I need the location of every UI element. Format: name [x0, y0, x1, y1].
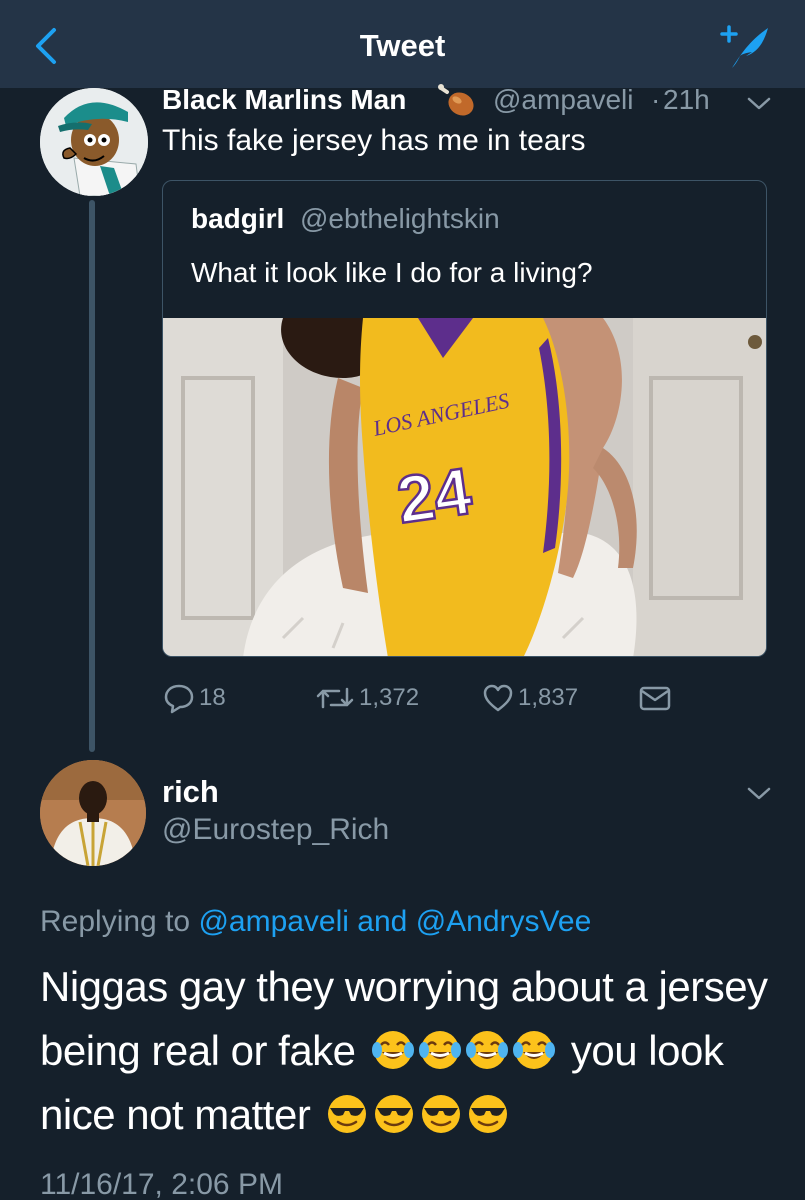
- and-text[interactable]: and: [357, 905, 407, 938]
- tweet-timestamp: 11/16/17, 2:06 PM: [40, 1168, 283, 1200]
- tweet-text: This fake jersey has me in tears: [162, 124, 586, 157]
- profile-photo-icon: [40, 760, 146, 866]
- chevron-down-icon: [747, 787, 771, 800]
- tweet-options-button[interactable]: [746, 96, 772, 112]
- page-title: Tweet: [359, 28, 446, 63]
- quoted-tweet-card[interactable]: badgirl @ebthelightskin What it look lik…: [162, 180, 767, 657]
- retweet-icon: [316, 687, 354, 709]
- face-with-tears-of-joy-icon: [418, 1030, 461, 1069]
- chevron-down-icon: [747, 97, 771, 110]
- avatar[interactable]: [40, 760, 146, 866]
- tweet-time: 21h: [663, 84, 710, 115]
- author-handle[interactable]: @Eurostep_Rich: [162, 813, 389, 847]
- like-count: 1,837: [518, 684, 579, 711]
- quoted-tweet-photo[interactable]: LOS ANGELES 24: [163, 318, 766, 656]
- face-with-tears-of-joy-icon: [512, 1030, 555, 1069]
- cartoon-avatar-icon: [40, 88, 148, 196]
- smiling-face-with-sunglasses-icon: [328, 1094, 367, 1133]
- laughing-emoji-group: [371, 1028, 556, 1072]
- reply-icon: [164, 684, 194, 714]
- jersey-photo: LOS ANGELES 24: [163, 318, 766, 656]
- face-with-tears-of-joy-icon: [465, 1030, 508, 1069]
- reply-count: 18: [199, 684, 226, 711]
- replying-prefix: Replying to: [40, 905, 191, 938]
- mention-link[interactable]: @ampaveli: [198, 905, 349, 938]
- author-name[interactable]: rich: [162, 774, 219, 810]
- author-name[interactable]: Black Marlins Man: [162, 84, 406, 116]
- envelope-icon: [639, 686, 671, 711]
- mention-link[interactable]: @AndrysVee: [416, 905, 592, 938]
- heart-icon: [483, 684, 513, 712]
- face-with-tears-of-joy-icon: [371, 1030, 414, 1069]
- tweet-text: Niggas gay they worrying about a jersey …: [40, 955, 780, 1147]
- avatar[interactable]: [40, 88, 148, 196]
- separator-dot: ·: [651, 84, 661, 115]
- replying-to-line: Replying to @ampaveli and @AndrysVee: [40, 905, 591, 939]
- navigation-bar: Tweet: [0, 0, 805, 88]
- smiling-face-with-sunglasses-icon: [375, 1094, 414, 1133]
- tweet-text-part-4: nice not matter: [40, 1091, 311, 1138]
- smiling-face-with-sunglasses-icon: [469, 1094, 508, 1133]
- tweet-options-button[interactable]: [746, 786, 772, 802]
- tweet-detail-screen: Tweet Black Marlins Man @ampaveli · 21h …: [0, 0, 805, 1200]
- retweet-count: 1,372: [359, 684, 420, 711]
- tweet-text-line-1: Niggas gay they worrying about a jersey: [40, 963, 768, 1010]
- sunglasses-emoji-group: [325, 1092, 510, 1136]
- compose-tweet-icon: [720, 25, 768, 68]
- poultry-leg-icon: [437, 82, 477, 118]
- quoted-tweet-text: What it look like I do for a living?: [191, 257, 593, 288]
- tweet-text-part-3: you look: [570, 1027, 724, 1074]
- compose-tweet-button[interactable]: [718, 22, 774, 72]
- like-button[interactable]: 1,837: [482, 680, 578, 716]
- tweet-text-part-2: being real or fake: [40, 1027, 356, 1074]
- thread-connector-line: [89, 200, 95, 752]
- reply-button[interactable]: 18: [163, 680, 226, 716]
- quoted-author-name: badgirl: [191, 203, 285, 234]
- retweet-button[interactable]: 1,372: [315, 680, 419, 716]
- svg-text:24: 24: [393, 453, 476, 537]
- author-handle[interactable]: @ampaveli: [493, 84, 633, 116]
- direct-message-button[interactable]: [638, 680, 672, 716]
- quoted-author-handle: @ebthelightskin: [300, 203, 500, 234]
- smiling-face-with-sunglasses-icon: [422, 1094, 461, 1133]
